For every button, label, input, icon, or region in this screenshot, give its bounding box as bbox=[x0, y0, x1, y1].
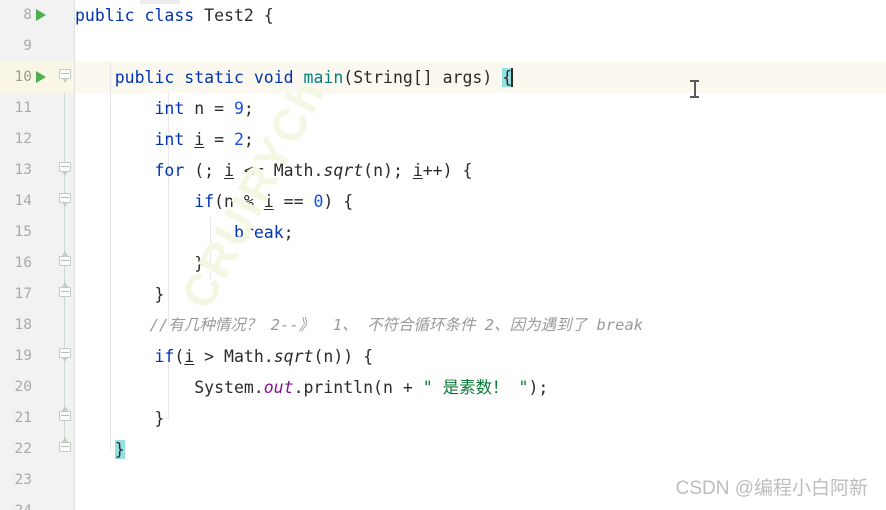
run-arrow-icon[interactable] bbox=[36, 71, 46, 83]
code-line-14[interactable]: if(n % i == 0) { bbox=[75, 186, 886, 217]
line-number-9: 9 bbox=[23, 38, 32, 54]
csdn-watermark: CSDN @编程小白阿新 bbox=[675, 478, 868, 499]
gutter-line-22[interactable]: 22 bbox=[0, 434, 74, 465]
line-number-18: 18 bbox=[14, 317, 32, 333]
line-number-20: 20 bbox=[14, 379, 32, 395]
code-line-21-text: } bbox=[75, 409, 165, 428]
line-number-24: 24 bbox=[15, 496, 32, 510]
code-line-20-text: System.out.println(n + " 是素数！ "); bbox=[75, 378, 549, 397]
code-line-8-text: public class Test2 { bbox=[75, 6, 274, 25]
code-line-15[interactable]: break; bbox=[75, 217, 886, 248]
editor-gutter[interactable]: 8 9 10 11 12 13 14 15 16 17 18 19 20 21 … bbox=[0, 0, 75, 510]
code-line-15-text: break; bbox=[233, 223, 294, 242]
code-line-21[interactable]: } bbox=[75, 403, 886, 434]
line-number-10: 10 bbox=[14, 69, 32, 85]
gutter-line-19[interactable]: 19 bbox=[0, 341, 74, 372]
line-number-19: 19 bbox=[14, 348, 32, 364]
code-line-12[interactable]: int i = 2; bbox=[75, 124, 886, 155]
gutter-line-17[interactable]: 17 bbox=[0, 279, 74, 310]
gutter-line-11[interactable]: 11 bbox=[0, 93, 74, 124]
gutter-line-9[interactable]: 9 bbox=[0, 31, 74, 62]
i-beam-cursor bbox=[690, 80, 699, 98]
scrolled-line-sliver bbox=[140, 0, 180, 4]
code-line-10-text: public static void main(String[] args) { bbox=[114, 68, 514, 87]
gutter-line-10[interactable]: 10 bbox=[0, 62, 74, 93]
code-line-16[interactable]: } bbox=[75, 248, 886, 279]
gutter-line-13[interactable]: 13 bbox=[0, 155, 74, 186]
fold-marker-open-icon[interactable] bbox=[59, 69, 72, 84]
code-line-17[interactable]: } bbox=[75, 279, 886, 310]
code-line-22[interactable]: } bbox=[75, 434, 886, 465]
fold-marker-close-icon[interactable] bbox=[59, 406, 72, 425]
line-number-23: 23 bbox=[14, 472, 32, 488]
line-number-21: 21 bbox=[14, 410, 32, 426]
code-line-9[interactable] bbox=[75, 31, 886, 62]
gutter-line-18[interactable]: 18 bbox=[0, 310, 74, 341]
code-line-18-comment: //有几种情况？ 2--》 1、 不符合循环条件 2、因为遇到了 break bbox=[149, 316, 644, 334]
code-line-11-text: int n = 9; bbox=[154, 99, 254, 118]
line-number-17: 17 bbox=[14, 286, 32, 302]
code-line-13-text: for (; i <= Math.sqrt(n); i++) { bbox=[154, 161, 473, 180]
line-number-14: 14 bbox=[14, 193, 32, 209]
gutter-line-8[interactable]: 8 bbox=[0, 0, 74, 31]
code-line-19[interactable]: if(i > Math.sqrt(n)) { bbox=[75, 341, 886, 372]
fold-marker-open-icon[interactable] bbox=[59, 348, 72, 363]
code-line-18[interactable]: //有几种情况？ 2--》 1、 不符合循环条件 2、因为遇到了 break bbox=[75, 310, 886, 341]
fold-marker-close-icon[interactable] bbox=[59, 282, 72, 301]
fold-marker-open-icon[interactable] bbox=[59, 162, 72, 177]
line-number-16: 16 bbox=[14, 255, 32, 271]
fold-marker-close-icon[interactable] bbox=[59, 251, 72, 270]
code-line-19-text: if(i > Math.sqrt(n)) { bbox=[154, 347, 374, 366]
code-line-14-text: if(n % i == 0) { bbox=[194, 192, 354, 211]
editor-code-area[interactable]: CRUIRYCh public class Test2 { public sta… bbox=[75, 0, 886, 510]
code-line-22-text: } bbox=[114, 440, 125, 459]
line-number-12: 12 bbox=[14, 131, 32, 147]
gutter-line-16[interactable]: 16 bbox=[0, 248, 74, 279]
code-editor[interactable]: CRUIRYCh public class Test2 { public sta… bbox=[0, 0, 886, 510]
gutter-line-12[interactable]: 12 bbox=[0, 124, 74, 155]
code-line-10[interactable]: public static void main(String[] args) { bbox=[75, 62, 886, 93]
gutter-line-15[interactable]: 15 bbox=[0, 217, 74, 248]
line-number-15: 15 bbox=[14, 224, 32, 240]
code-line-17-text: } bbox=[75, 285, 165, 304]
gutter-line-21[interactable]: 21 bbox=[0, 403, 74, 434]
code-line-16-text: } bbox=[75, 254, 205, 273]
run-arrow-icon[interactable] bbox=[36, 9, 46, 21]
gutter-line-23[interactable]: 23 bbox=[0, 465, 74, 496]
code-line-11[interactable]: int n = 9; bbox=[75, 93, 886, 124]
code-line-8[interactable]: public class Test2 { bbox=[75, 0, 886, 31]
line-number-22: 22 bbox=[14, 441, 32, 457]
fold-marker-open-icon[interactable] bbox=[59, 193, 72, 208]
gutter-line-14[interactable]: 14 bbox=[0, 186, 74, 217]
code-line-13[interactable]: for (; i <= Math.sqrt(n); i++) { bbox=[75, 155, 886, 186]
line-number-11: 11 bbox=[14, 100, 32, 116]
code-line-20[interactable]: System.out.println(n + " 是素数！ "); bbox=[75, 372, 886, 403]
gutter-line-20[interactable]: 20 bbox=[0, 372, 74, 403]
gutter-line-24[interactable]: 24 bbox=[0, 496, 74, 510]
line-number-8: 8 bbox=[23, 7, 32, 23]
code-line-12-text: int i = 2; bbox=[154, 130, 254, 149]
line-number-13: 13 bbox=[14, 162, 32, 178]
fold-marker-close-icon[interactable] bbox=[59, 437, 72, 456]
